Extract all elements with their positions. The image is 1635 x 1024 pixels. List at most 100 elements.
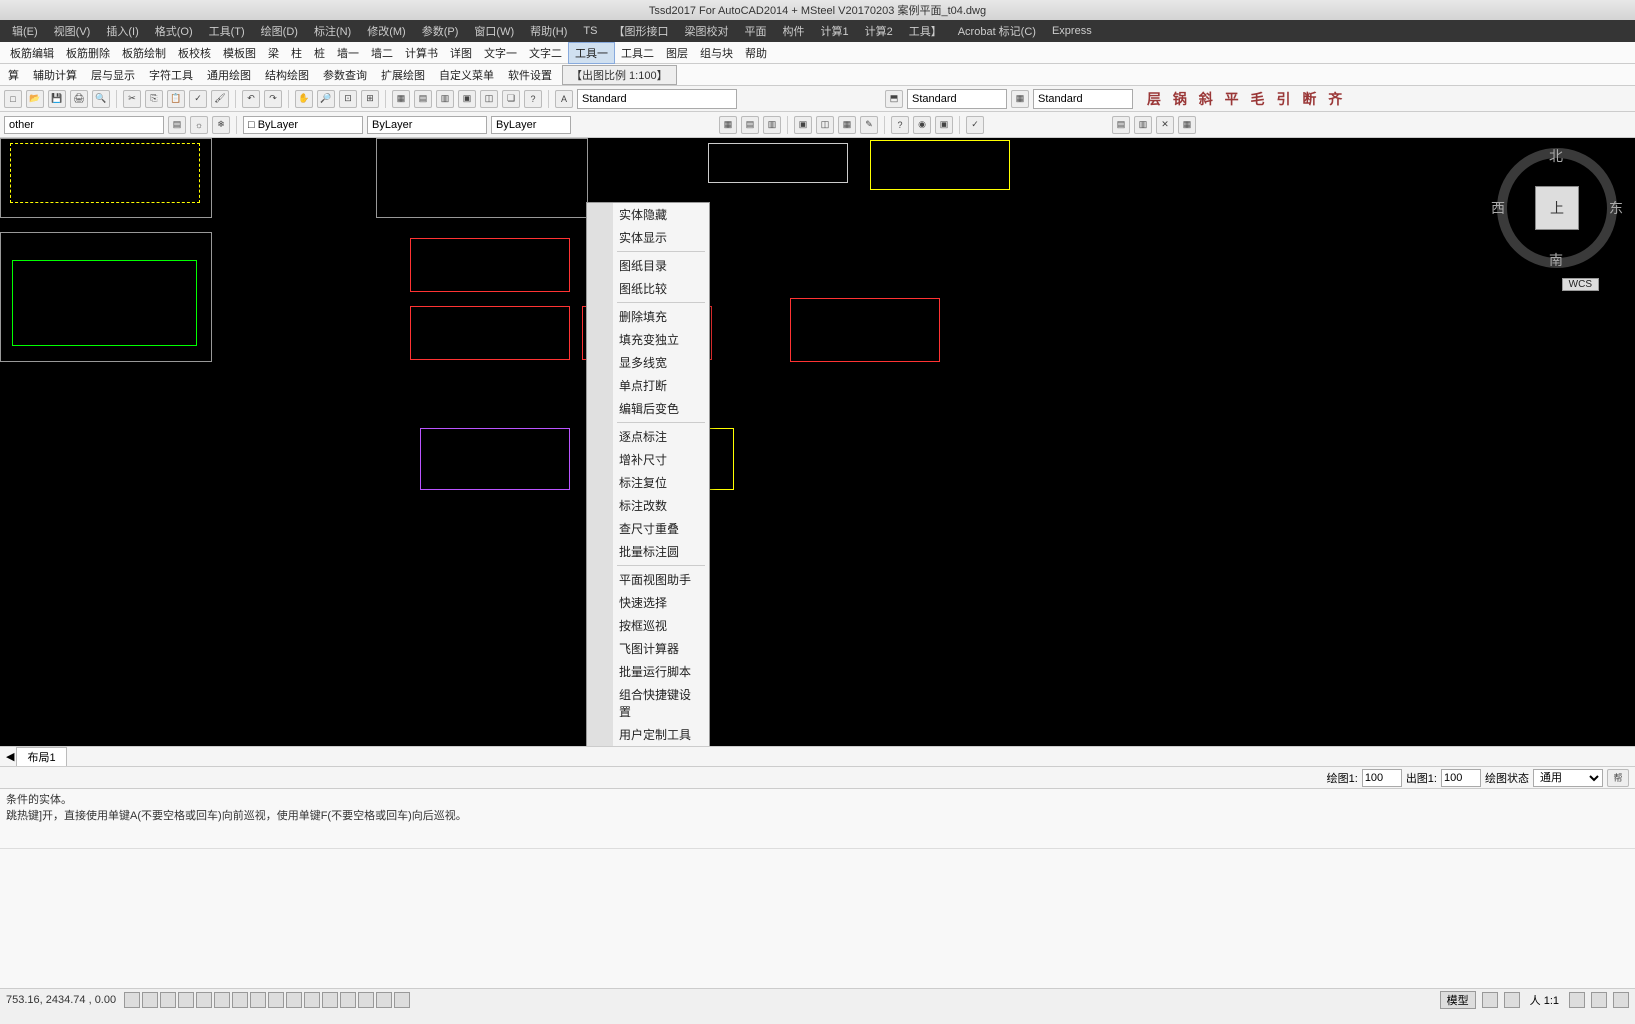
table-style-icon[interactable]: ▦ bbox=[1011, 90, 1029, 108]
menu-format[interactable]: 格式(O) bbox=[147, 21, 201, 41]
tpy-toggle[interactable] bbox=[304, 992, 320, 1008]
tb2-btn9[interactable]: ◉ bbox=[913, 116, 931, 134]
menu-beam-check[interactable]: 梁图校对 bbox=[676, 21, 736, 41]
paste-icon[interactable]: 📋 bbox=[167, 90, 185, 108]
snap-toggle[interactable] bbox=[124, 992, 140, 1008]
sc-toggle[interactable] bbox=[340, 992, 356, 1008]
tb2-btn15[interactable]: ▦ bbox=[1178, 116, 1196, 134]
mb2-group[interactable]: 组与块 bbox=[694, 43, 739, 63]
tb2-btn10[interactable]: ▣ bbox=[935, 116, 953, 134]
wcs-badge[interactable]: WCS bbox=[1562, 278, 1599, 291]
ortho-toggle[interactable] bbox=[160, 992, 176, 1008]
layout-tab[interactable]: 布局1 bbox=[16, 747, 66, 766]
mb2-calcbook[interactable]: 计算书 bbox=[399, 43, 444, 63]
menu-ts[interactable]: TS bbox=[575, 23, 605, 39]
tab-arrow-left-icon[interactable]: ◀ bbox=[6, 750, 14, 763]
menu-draw[interactable]: 绘图(D) bbox=[253, 21, 306, 41]
dm-add-dim[interactable]: 增补尺寸 bbox=[587, 448, 709, 471]
custom-glyph-buttons[interactable]: 层 锅 斜 平 毛 引 断 齐 bbox=[1137, 89, 1346, 109]
extra-toggle-1[interactable] bbox=[376, 992, 392, 1008]
mb2-column[interactable]: 柱 bbox=[285, 43, 308, 63]
dm-show-lineweight[interactable]: 显多线宽 bbox=[587, 351, 709, 374]
mb2-rebar-draw[interactable]: 板筋绘制 bbox=[116, 43, 172, 63]
dm-quick-select[interactable]: 快速选择 bbox=[587, 591, 709, 614]
open-icon[interactable]: 📂 bbox=[26, 90, 44, 108]
dyn-toggle[interactable] bbox=[268, 992, 284, 1008]
status-r5[interactable] bbox=[1613, 992, 1629, 1008]
tb2-btn1[interactable]: ▦ bbox=[719, 116, 737, 134]
layer-props-icon[interactable]: ▤ bbox=[168, 116, 186, 134]
output-scale-chip[interactable]: 【出图比例 1:100】 bbox=[562, 65, 677, 85]
preview-icon[interactable]: 🔍 bbox=[92, 90, 110, 108]
dm-dim-change[interactable]: 标注改数 bbox=[587, 494, 709, 517]
status-r2[interactable] bbox=[1504, 992, 1520, 1008]
menu-dimension[interactable]: 标注(N) bbox=[306, 21, 359, 41]
mb2-beam[interactable]: 梁 bbox=[262, 43, 285, 63]
properties-icon[interactable]: ▦ bbox=[392, 90, 410, 108]
dm-single-break[interactable]: 单点打断 bbox=[587, 374, 709, 397]
tb2-btn2[interactable]: ▤ bbox=[741, 116, 759, 134]
tb2-btn4[interactable]: ▣ bbox=[794, 116, 812, 134]
lineweight-combo[interactable]: ByLayer bbox=[491, 116, 571, 134]
polar-toggle[interactable] bbox=[178, 992, 194, 1008]
sb-software-settings[interactable]: 软件设置 bbox=[504, 65, 556, 85]
dm-dim-reset[interactable]: 标注复位 bbox=[587, 471, 709, 494]
text-style-icon[interactable]: A bbox=[555, 90, 573, 108]
qp-toggle[interactable] bbox=[322, 992, 338, 1008]
menu-insert[interactable]: 插入(I) bbox=[98, 21, 146, 41]
mb2-tool2[interactable]: 工具二 bbox=[615, 43, 660, 63]
tb2-btn6[interactable]: ▦ bbox=[838, 116, 856, 134]
menu-component[interactable]: 构件 bbox=[774, 21, 812, 41]
quick-calc-icon[interactable]: ❏ bbox=[502, 90, 520, 108]
mb2-wall1[interactable]: 墙一 bbox=[331, 43, 365, 63]
dm-hatch-indep[interactable]: 填充变独立 bbox=[587, 328, 709, 351]
menu-tools[interactable]: 工具(T) bbox=[201, 21, 253, 41]
save-icon[interactable]: 💾 bbox=[48, 90, 66, 108]
menu-calc1[interactable]: 计算1 bbox=[812, 21, 856, 41]
dm-fly-calc[interactable]: 飞图计算器 bbox=[587, 637, 709, 660]
markup-icon[interactable]: ◫ bbox=[480, 90, 498, 108]
sb-custom-menu[interactable]: 自定义菜单 bbox=[435, 65, 498, 85]
layer-combo[interactable]: other bbox=[4, 116, 164, 134]
menu-modify[interactable]: 修改(M) bbox=[359, 21, 414, 41]
dim-style-icon[interactable]: ⬒ bbox=[885, 90, 903, 108]
sb-aux-calc[interactable]: 辅助计算 bbox=[29, 65, 81, 85]
dm-batch-dim-circle[interactable]: 批量标注圆 bbox=[587, 540, 709, 563]
layer-freeze-icon[interactable]: ❄ bbox=[212, 116, 230, 134]
dim-style-combo[interactable]: Standard bbox=[907, 89, 1007, 109]
zoom-window-icon[interactable]: ⊡ bbox=[339, 90, 357, 108]
dm-dwg-compare[interactable]: 图纸比较 bbox=[587, 277, 709, 300]
cut-icon[interactable]: ✂ bbox=[123, 90, 141, 108]
menu-edit[interactable]: 辑(E) bbox=[4, 21, 46, 41]
new-icon[interactable]: □ bbox=[4, 90, 22, 108]
color-combo[interactable]: □ ByLayer bbox=[243, 116, 363, 134]
menu-window[interactable]: 窗口(W) bbox=[466, 21, 522, 41]
status-r1[interactable] bbox=[1482, 992, 1498, 1008]
view-cube[interactable]: 上 北 南 西 东 bbox=[1497, 148, 1617, 268]
mb2-wall2[interactable]: 墙二 bbox=[365, 43, 399, 63]
sb-general-draw[interactable]: 通用绘图 bbox=[203, 65, 255, 85]
linetype-combo[interactable]: ByLayer bbox=[367, 116, 487, 134]
menu-parametric[interactable]: 参数(P) bbox=[414, 21, 467, 41]
ducs-toggle[interactable] bbox=[250, 992, 266, 1008]
model-space-button[interactable]: 模型 bbox=[1440, 991, 1476, 1009]
draw-scale-input[interactable] bbox=[1362, 769, 1402, 787]
viewcube-top-face[interactable]: 上 bbox=[1535, 186, 1579, 230]
mb2-rebar-delete[interactable]: 板筋删除 bbox=[60, 43, 116, 63]
menu-calc2[interactable]: 计算2 bbox=[857, 21, 901, 41]
dm-hotkey-setup[interactable]: 组合快捷键设置 bbox=[587, 683, 709, 723]
dm-frame-browse[interactable]: 按框巡视 bbox=[587, 614, 709, 637]
lwt-toggle[interactable] bbox=[286, 992, 302, 1008]
mb2-layer[interactable]: 图层 bbox=[660, 43, 694, 63]
help-icon[interactable]: ? bbox=[524, 90, 542, 108]
sb-struct-draw[interactable]: 结构绘图 bbox=[261, 65, 313, 85]
match-icon[interactable]: ✓ bbox=[189, 90, 207, 108]
brush-icon[interactable]: 🖌 bbox=[211, 90, 229, 108]
tb2-btn7[interactable]: ✎ bbox=[860, 116, 878, 134]
dm-plan-helper[interactable]: 平面视图助手 bbox=[587, 568, 709, 591]
am-toggle[interactable] bbox=[358, 992, 374, 1008]
status-r4[interactable] bbox=[1591, 992, 1607, 1008]
text-style-combo[interactable]: Standard bbox=[577, 89, 737, 109]
dm-batch-script[interactable]: 批量运行脚本 bbox=[587, 660, 709, 683]
extra-toggle-2[interactable] bbox=[394, 992, 410, 1008]
